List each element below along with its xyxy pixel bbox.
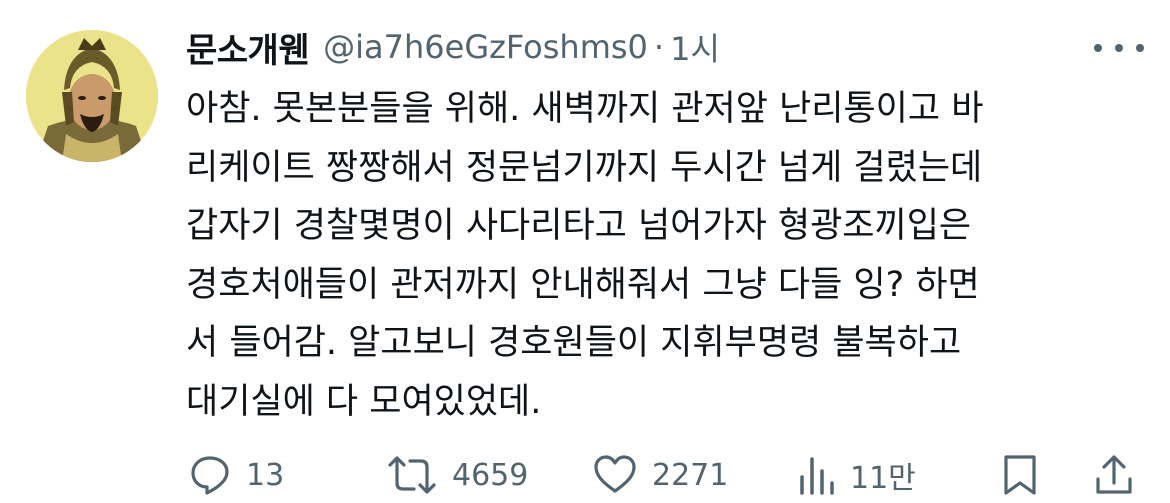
- bookmark-icon: [1004, 455, 1036, 495]
- tweet-text-line: 경호처애들이 관저까지 안내해줘서 그냥 다들 잉? 하면: [186, 264, 980, 305]
- author-handle[interactable]: @ia7h6eGzFoshms0: [323, 28, 648, 66]
- bookmark-button[interactable]: [1000, 453, 1040, 497]
- tweet-text-line: 대기실에 다 모여있었데.: [186, 381, 542, 422]
- reply-icon: [191, 456, 229, 495]
- tweet-text-line: 리케이트 짱짱해서 정문넘기까지 두시간 넘게 걸렸는데: [186, 147, 983, 188]
- like-button[interactable]: 2271: [592, 453, 728, 497]
- avatar[interactable]: [26, 30, 158, 162]
- action-bar: 13 4659 2271 11만: [0, 445, 1170, 501]
- tweet-text-line: 갑자기 경찰몇명이 사다리타고 넘어가자 형광조끼입은: [186, 206, 972, 246]
- like-icon: [594, 455, 636, 493]
- retweet-count: 4659: [452, 457, 529, 493]
- reply-count: 13: [246, 457, 285, 493]
- author-name[interactable]: 문소개웬: [186, 23, 310, 72]
- share-button[interactable]: [1092, 453, 1136, 497]
- reply-button[interactable]: 13: [188, 453, 284, 497]
- share-icon: [1096, 455, 1132, 494]
- views-icon: [800, 457, 834, 495]
- tweet-text-line: 아참. 못본분들을 위해. 새벽까지 관저앞 난리통이고 바: [186, 89, 984, 129]
- tweet-text-line: 서 들어감. 알고보니 경호원들이 지휘부명령 불복하고: [186, 323, 962, 363]
- retweet-icon: [388, 456, 436, 494]
- avatar-portrait: [26, 30, 158, 162]
- tweet-header: 문소개웬 @ia7h6eGzFoshms0 · 1시: [186, 22, 720, 72]
- tweet-time[interactable]: 1시: [670, 24, 720, 70]
- tweet-text: 아참. 못본분들을 위해. 새벽까지 관저앞 난리통이고 바 리케이트 짱짱해서…: [186, 80, 1146, 431]
- views-count: 11만: [850, 461, 916, 496]
- more-icon[interactable]: [1094, 30, 1144, 66]
- like-count: 2271: [652, 457, 729, 493]
- views-button[interactable]: 11만: [796, 453, 916, 497]
- retweet-button[interactable]: 4659: [386, 453, 528, 497]
- separator-dot: ·: [653, 28, 665, 66]
